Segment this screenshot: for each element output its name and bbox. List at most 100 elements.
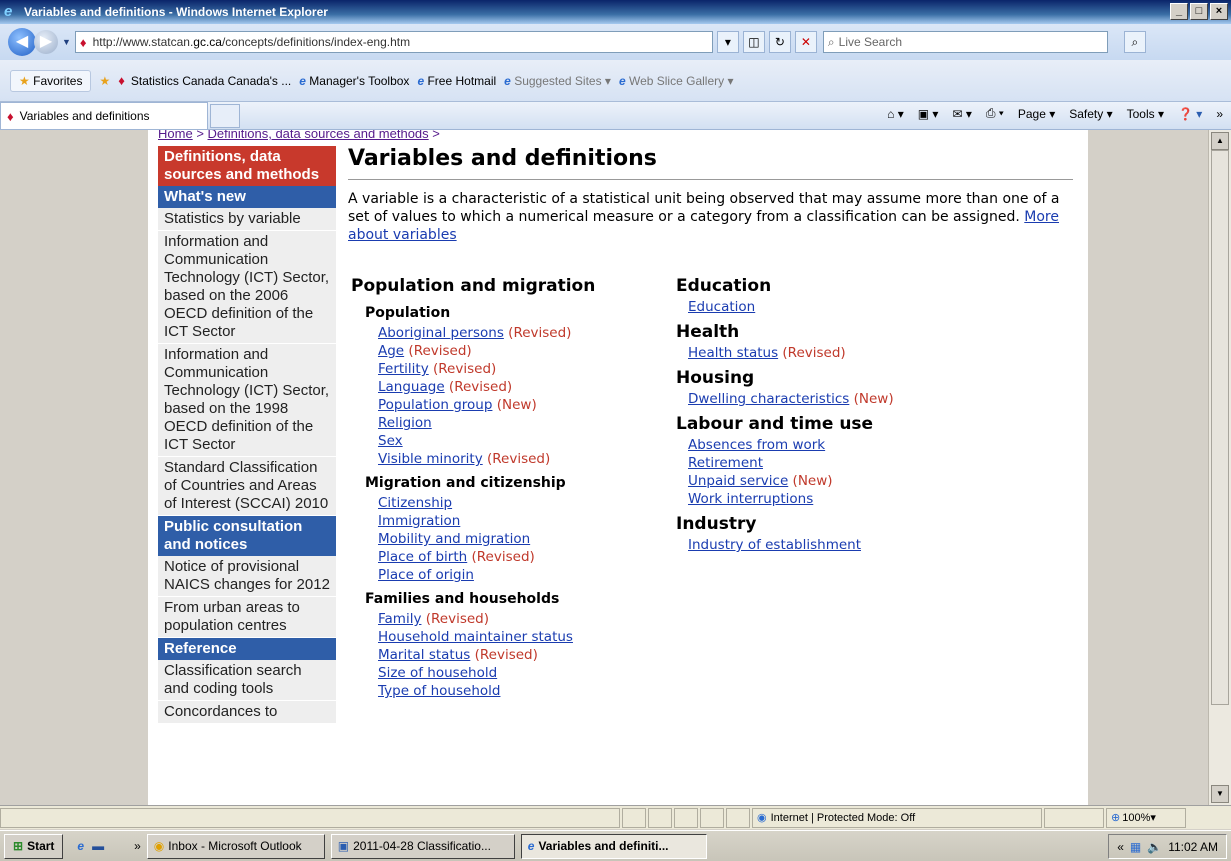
taskbar-item-document[interactable]: ▣ 2011-04-28 Classificatio... bbox=[330, 833, 515, 859]
back-button[interactable]: ◀ bbox=[8, 28, 36, 56]
search-button[interactable]: ⌕ bbox=[1123, 31, 1146, 53]
status-bar: ◉ Internet | Protected Mode: Off ⊕ 100% ▾ bbox=[0, 805, 1231, 829]
nav-item[interactable]: Information and Communication Technology… bbox=[158, 344, 336, 457]
variable-link[interactable]: Health status bbox=[688, 345, 778, 361]
zoom-control[interactable]: ⊕ 100% ▾ bbox=[1106, 807, 1186, 828]
variable-link[interactable]: Sex bbox=[378, 433, 403, 449]
population-links: Aboriginal persons (Revised) Age (Revised… bbox=[351, 324, 661, 468]
variable-item: Household maintainer status bbox=[378, 628, 661, 646]
variable-item: Religion bbox=[378, 414, 661, 432]
mail-icon[interactable]: ✉ ▾ bbox=[952, 107, 971, 121]
variable-link[interactable]: Household maintainer status bbox=[378, 629, 573, 645]
variable-link[interactable]: Type of household bbox=[378, 683, 500, 699]
quicklaunch-desktop-icon[interactable]: ▬ bbox=[92, 839, 104, 853]
help-icon[interactable]: ❓ ▾ bbox=[1178, 107, 1202, 121]
fav-managers-toolbox[interactable]: e Manager's Toolbox bbox=[299, 74, 409, 88]
variable-link[interactable]: Family bbox=[378, 611, 421, 627]
print-icon[interactable]: ⎙ ▾ bbox=[986, 106, 1004, 121]
home-icon[interactable]: ⌂ ▾ bbox=[887, 107, 904, 121]
variable-link[interactable]: Religion bbox=[378, 415, 432, 431]
nav-item[interactable]: From urban areas to population centres bbox=[158, 597, 336, 638]
taskbar-item-ie[interactable]: e Variables and definiti... bbox=[520, 833, 707, 859]
new-tab-button[interactable] bbox=[210, 103, 240, 128]
taskbar-item-outlook[interactable]: ◉ Inbox - Microsoft Outlook bbox=[146, 833, 325, 859]
nav-item[interactable]: Classification search and coding tools bbox=[158, 660, 336, 701]
recent-pages-dropdown[interactable]: ▼ bbox=[62, 37, 71, 47]
start-button[interactable]: ⊞ Start bbox=[4, 833, 64, 859]
variable-link[interactable]: Citizenship bbox=[378, 495, 452, 511]
housing-links: Dwelling characteristics (New) bbox=[676, 390, 976, 408]
scroll-down-icon[interactable]: ▼ bbox=[1211, 785, 1229, 803]
variable-link[interactable]: Absences from work bbox=[688, 437, 825, 453]
tools-menu[interactable]: Tools ▾ bbox=[1127, 107, 1164, 121]
add-favorites-icon[interactable]: ★ bbox=[99, 74, 110, 88]
forward-button[interactable]: ▶ bbox=[34, 30, 58, 54]
nav-header-consultation[interactable]: Public consultation and notices bbox=[158, 516, 336, 556]
tray-network-icon[interactable]: ▦ bbox=[1130, 840, 1141, 854]
variable-link[interactable]: Language bbox=[378, 379, 445, 395]
fav-statcan[interactable]: ♦ Statistics Canada Canada's ... bbox=[118, 73, 291, 88]
column-other-topics: Education Education Health Health status… bbox=[676, 274, 976, 554]
variable-link[interactable]: Visible minority bbox=[378, 451, 483, 467]
breadcrumb-home[interactable]: Home bbox=[158, 130, 193, 141]
variable-link[interactable]: Industry of establishment bbox=[688, 537, 861, 553]
variable-link[interactable]: Marital status bbox=[378, 647, 470, 663]
tray-chevron-icon[interactable]: « bbox=[1117, 840, 1124, 854]
quicklaunch-chevron-icon[interactable]: » bbox=[134, 839, 141, 853]
variable-link[interactable]: Immigration bbox=[378, 513, 460, 529]
variable-link[interactable]: Fertility bbox=[378, 361, 429, 377]
nav-item[interactable]: Standard Classification of Countries and… bbox=[158, 457, 336, 516]
favorites-button[interactable]: ★ Favorites bbox=[10, 69, 92, 92]
variable-link[interactable]: Place of birth bbox=[378, 549, 467, 565]
address-dropdown-button[interactable]: ▾ bbox=[716, 31, 739, 53]
industry-links: Industry of establishment bbox=[676, 536, 976, 554]
variable-link[interactable]: Education bbox=[688, 299, 755, 315]
feeds-icon[interactable]: ▣ ▾ bbox=[918, 107, 939, 121]
section-heading: Education bbox=[676, 276, 772, 296]
page-menu[interactable]: Page ▾ bbox=[1018, 107, 1055, 121]
scroll-thumb[interactable] bbox=[1211, 150, 1229, 705]
fav-label: Web Slice Gallery ▾ bbox=[628, 73, 734, 88]
search-input[interactable]: ⌕ Live Search bbox=[822, 31, 1108, 53]
variable-link[interactable]: Retirement bbox=[688, 455, 763, 471]
tray-volume-icon[interactable]: 🔈 bbox=[1147, 840, 1162, 854]
scroll-up-icon[interactable]: ▲ bbox=[1211, 132, 1229, 150]
variable-link[interactable]: Age bbox=[378, 343, 404, 359]
fav-web-slice-gallery[interactable]: e Web Slice Gallery ▾ bbox=[619, 74, 734, 88]
variable-link[interactable]: Place of origin bbox=[378, 567, 474, 583]
chevron-icon[interactable]: » bbox=[1216, 107, 1223, 121]
close-button[interactable]: × bbox=[1210, 3, 1228, 20]
fav-free-hotmail[interactable]: e Free Hotmail bbox=[417, 74, 496, 88]
nav-header-definitions[interactable]: Definitions, data sources and methods bbox=[158, 146, 336, 186]
maximize-button[interactable]: □ bbox=[1190, 3, 1208, 20]
nav-item[interactable]: Information and Communication Technology… bbox=[158, 231, 336, 344]
fav-suggested-sites[interactable]: e Suggested Sites ▾ bbox=[504, 74, 611, 88]
variable-link[interactable]: Unpaid service bbox=[688, 473, 788, 489]
minimize-button[interactable]: _ bbox=[1170, 3, 1188, 20]
vertical-scrollbar[interactable]: ▲ ▼ bbox=[1208, 130, 1231, 805]
nav-item[interactable]: Concordances to bbox=[158, 701, 336, 724]
variable-link[interactable]: Population group bbox=[378, 397, 492, 413]
variable-item: Population group (New) bbox=[378, 396, 661, 414]
variable-link[interactable]: Mobility and migration bbox=[378, 531, 530, 547]
stop-button[interactable]: ✕ bbox=[794, 31, 817, 53]
variable-link[interactable]: Work interruptions bbox=[688, 491, 813, 507]
safety-menu[interactable]: Safety ▾ bbox=[1069, 107, 1112, 121]
variable-link[interactable]: Aboriginal persons bbox=[378, 325, 504, 341]
browser-tab[interactable]: ♦ Variables and definitions bbox=[0, 102, 208, 129]
nav-header-reference[interactable]: Reference bbox=[158, 638, 336, 660]
address-bar[interactable]: ♦ http://www.statcan. gc.ca/concepts/defi… bbox=[74, 31, 713, 53]
zone-indicator[interactable]: ◉ Internet | Protected Mode: Off bbox=[752, 807, 1042, 828]
taskbar-item-label: Variables and definiti... bbox=[538, 839, 669, 853]
clock[interactable]: 11:02 AM bbox=[1168, 840, 1218, 854]
compatibility-icon[interactable]: ◫ bbox=[742, 31, 765, 53]
breadcrumb-defs[interactable]: Definitions, data sources and methods bbox=[208, 130, 429, 141]
protected-mode-icon[interactable] bbox=[1044, 807, 1104, 828]
refresh-button[interactable]: ↻ bbox=[768, 31, 791, 53]
nav-item[interactable]: Statistics by variable bbox=[158, 208, 336, 231]
variable-link[interactable]: Size of household bbox=[378, 665, 497, 681]
nav-whats-new[interactable]: What's new bbox=[158, 186, 336, 208]
quicklaunch-ie-icon[interactable]: e bbox=[77, 839, 84, 853]
variable-link[interactable]: Dwelling characteristics bbox=[688, 391, 849, 407]
nav-item[interactable]: Notice of provisional NAICS changes for … bbox=[158, 556, 336, 597]
